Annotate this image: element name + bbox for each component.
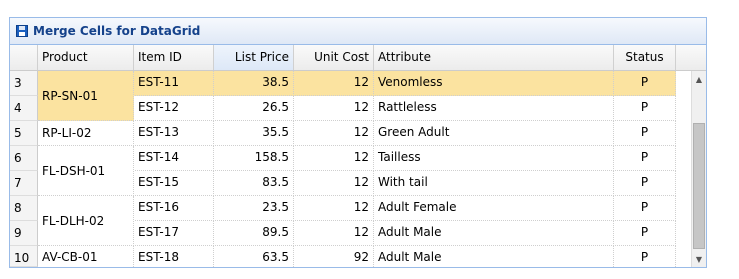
row-number: 10 (10, 246, 38, 267)
panel-header: Merge Cells for DataGrid (10, 18, 706, 45)
item-id-cell: EST-14 (134, 146, 214, 171)
list-price-cell: 158.5 (214, 146, 294, 171)
status-cell: P (614, 121, 676, 146)
attribute-cell: Green Adult (374, 121, 614, 146)
item-id-cell: EST-16 (134, 196, 214, 221)
panel-title: Merge Cells for DataGrid (33, 24, 201, 38)
scroll-up-arrow-icon[interactable]: ▲ (692, 71, 706, 87)
row-number: 7 (10, 171, 38, 196)
attribute-cell: Rattleless (374, 96, 614, 121)
unit-cost-cell: 12 (294, 96, 374, 121)
list-price-cell: 89.5 (214, 221, 294, 246)
attribute-cell: Venomless (374, 71, 614, 96)
list-price-cell: 23.5 (214, 196, 294, 221)
scroll-down-arrow-icon[interactable]: ▼ (692, 251, 706, 267)
unit-cost-cell: 12 (294, 71, 374, 96)
column-header-status[interactable]: Status (614, 45, 676, 70)
column-header-unit-cost[interactable]: Unit Cost (294, 45, 374, 70)
grid-header: Product Item ID List Price Unit Cost Att… (10, 45, 706, 71)
row-number: 4 (10, 96, 38, 121)
grid-right-gap (676, 71, 691, 267)
list-price-cell: 63.5 (214, 246, 294, 267)
row-number: 9 (10, 221, 38, 246)
list-price-cell: 35.5 (214, 121, 294, 146)
status-cell: P (614, 71, 676, 96)
product-cell[interactable]: AV-CB-01 (38, 246, 134, 267)
column-header-list-price[interactable]: List Price (214, 45, 294, 70)
attribute-cell: Adult Male (374, 246, 614, 267)
unit-cost-cell: 92 (294, 246, 374, 267)
column-header-product[interactable]: Product (38, 45, 134, 70)
attribute-cell: Adult Male (374, 221, 614, 246)
row-number-header (10, 45, 38, 70)
unit-cost-cell: 12 (294, 196, 374, 221)
item-id-cell: EST-11 (134, 71, 214, 96)
scrollbar-thumb[interactable] (693, 123, 705, 249)
column-header-item-id[interactable]: Item ID (134, 45, 214, 70)
row-number: 5 (10, 121, 38, 146)
attribute-cell: With tail (374, 171, 614, 196)
attribute-cell: Adult Female (374, 196, 614, 221)
merged-product-cell[interactable]: FL-DSH-01 (38, 146, 134, 196)
status-cell: P (614, 246, 676, 267)
item-id-cell: EST-12 (134, 96, 214, 121)
item-id-cell: EST-18 (134, 246, 214, 267)
list-price-cell: 83.5 (214, 171, 294, 196)
unit-cost-cell: 12 (294, 121, 374, 146)
status-cell: P (614, 221, 676, 246)
vertical-scrollbar[interactable]: ▲ ▼ (691, 71, 706, 267)
row-number: 3 (10, 71, 38, 96)
item-id-cell: EST-17 (134, 221, 214, 246)
item-id-cell: EST-13 (134, 121, 214, 146)
merged-product-cell[interactable]: RP-SN-01 (38, 71, 134, 121)
item-id-cell: EST-15 (134, 171, 214, 196)
status-cell: P (614, 171, 676, 196)
status-cell: P (614, 146, 676, 171)
attribute-cell: Tailless (374, 146, 614, 171)
list-price-cell: 38.5 (214, 71, 294, 96)
unit-cost-cell: 12 (294, 221, 374, 246)
save-icon (16, 25, 28, 37)
unit-cost-cell: 12 (294, 146, 374, 171)
status-cell: P (614, 196, 676, 221)
datagrid-panel: Merge Cells for DataGrid Product Item ID… (9, 17, 707, 268)
list-price-cell: 26.5 (214, 96, 294, 121)
row-number: 8 (10, 196, 38, 221)
product-cell[interactable]: RP-LI-02 (38, 121, 134, 146)
row-number: 6 (10, 146, 38, 171)
merged-product-cell[interactable]: FL-DLH-02 (38, 196, 134, 246)
unit-cost-cell: 12 (294, 171, 374, 196)
status-cell: P (614, 96, 676, 121)
column-header-attribute[interactable]: Attribute (374, 45, 614, 70)
